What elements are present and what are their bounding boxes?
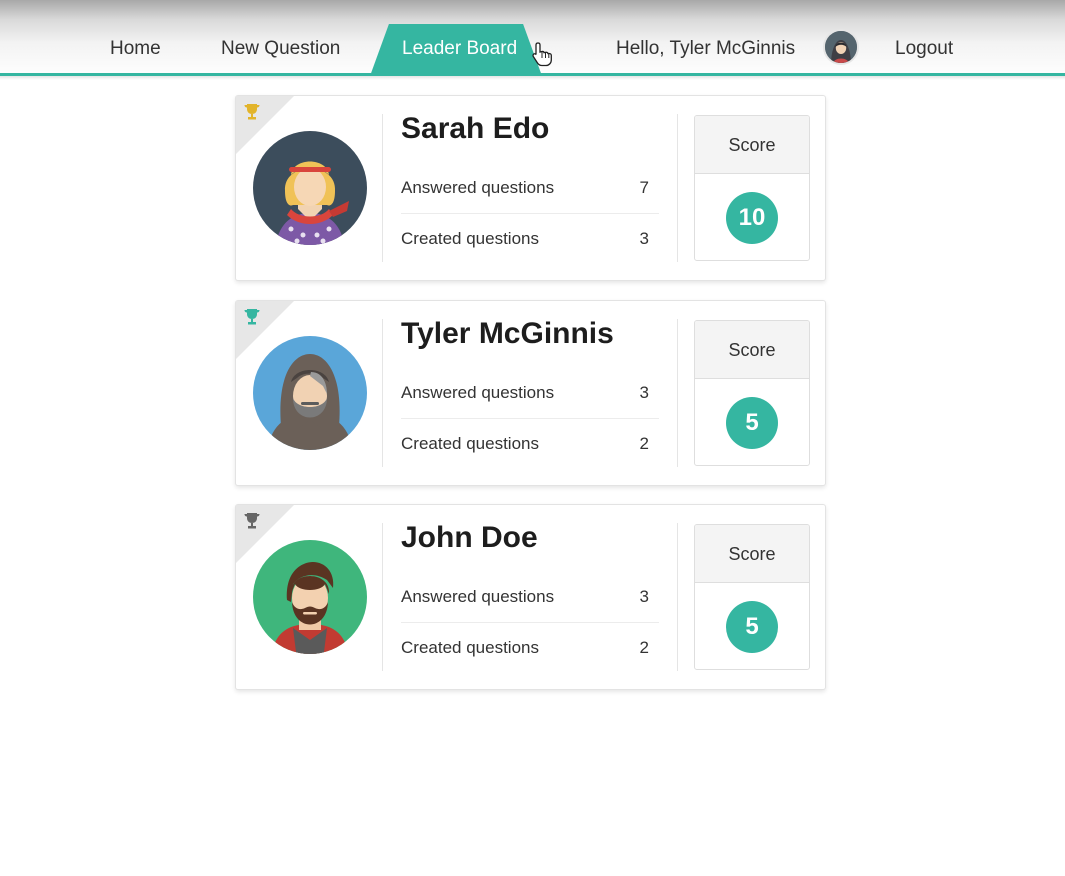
created-questions-label: Created questions: [401, 229, 539, 248]
score-header: Score: [695, 321, 809, 379]
nav-leaderboard-label[interactable]: Leader Board: [402, 38, 517, 60]
answered-questions-label: Answered questions: [401, 178, 555, 197]
created-questions-count: 2: [639, 434, 649, 453]
answered-questions-count: 3: [639, 587, 649, 606]
answered-questions-row: Answered questions 3: [401, 573, 659, 623]
score-badge: 5: [726, 601, 778, 653]
leaderboard-card: Tyler McGinnis Answered questions 3 Crea…: [235, 300, 826, 486]
created-questions-row: Created questions 2: [401, 420, 659, 470]
score-panel: Score 5: [694, 524, 810, 670]
score-label: Score: [728, 340, 776, 360]
answered-questions-row: Answered questions 7: [401, 164, 659, 214]
answered-questions-label: Answered questions: [401, 383, 555, 402]
card-divider: [677, 319, 678, 467]
trophy-icon: [244, 513, 260, 529]
trophy-icon: [244, 104, 260, 120]
card-divider: [677, 114, 678, 262]
nav-new-question-link[interactable]: New Question: [221, 38, 340, 60]
answered-questions-count: 7: [639, 178, 649, 197]
answered-questions-row: Answered questions 3: [401, 369, 659, 419]
nav-home-link[interactable]: Home: [110, 38, 161, 60]
score-panel: Score 10: [694, 115, 810, 261]
card-divider: [382, 319, 383, 467]
leaderboard-card: Sarah Edo Answered questions 7 Created q…: [235, 95, 826, 281]
user-name: Tyler McGinnis: [401, 317, 614, 350]
score-header: Score: [695, 116, 809, 174]
nav-shadow: [0, 76, 1065, 80]
user-greeting: Hello, Tyler McGinnis: [616, 38, 796, 59]
score-badge: 10: [726, 192, 778, 244]
score-label: Score: [728, 544, 776, 564]
cursor-pointer-icon: [532, 42, 552, 67]
user-avatar: [825, 31, 857, 63]
card-divider: [382, 523, 383, 671]
score-panel: Score 5: [694, 320, 810, 466]
created-questions-label: Created questions: [401, 434, 539, 453]
created-questions-row: Created questions 3: [401, 215, 659, 265]
current-user-avatar[interactable]: [823, 29, 859, 65]
user-name: Sarah Edo: [401, 112, 550, 145]
score-header: Score: [695, 525, 809, 583]
card-divider: [382, 114, 383, 262]
user-avatar: [253, 540, 367, 654]
answered-questions-count: 3: [639, 383, 649, 402]
user-avatar: [253, 336, 367, 450]
created-questions-label: Created questions: [401, 638, 539, 657]
user-avatar: [253, 131, 367, 245]
trophy-icon: [244, 309, 260, 325]
nav-logout-link[interactable]: Logout: [895, 38, 953, 60]
created-questions-row: Created questions 2: [401, 624, 659, 674]
score-label: Score: [728, 135, 776, 155]
score-badge: 5: [726, 397, 778, 449]
answered-questions-label: Answered questions: [401, 587, 555, 606]
user-name: John Doe: [401, 521, 538, 554]
leaderboard-card: John Doe Answered questions 3 Created qu…: [235, 504, 826, 690]
created-questions-count: 3: [639, 229, 649, 248]
card-divider: [677, 523, 678, 671]
created-questions-count: 2: [639, 638, 649, 657]
